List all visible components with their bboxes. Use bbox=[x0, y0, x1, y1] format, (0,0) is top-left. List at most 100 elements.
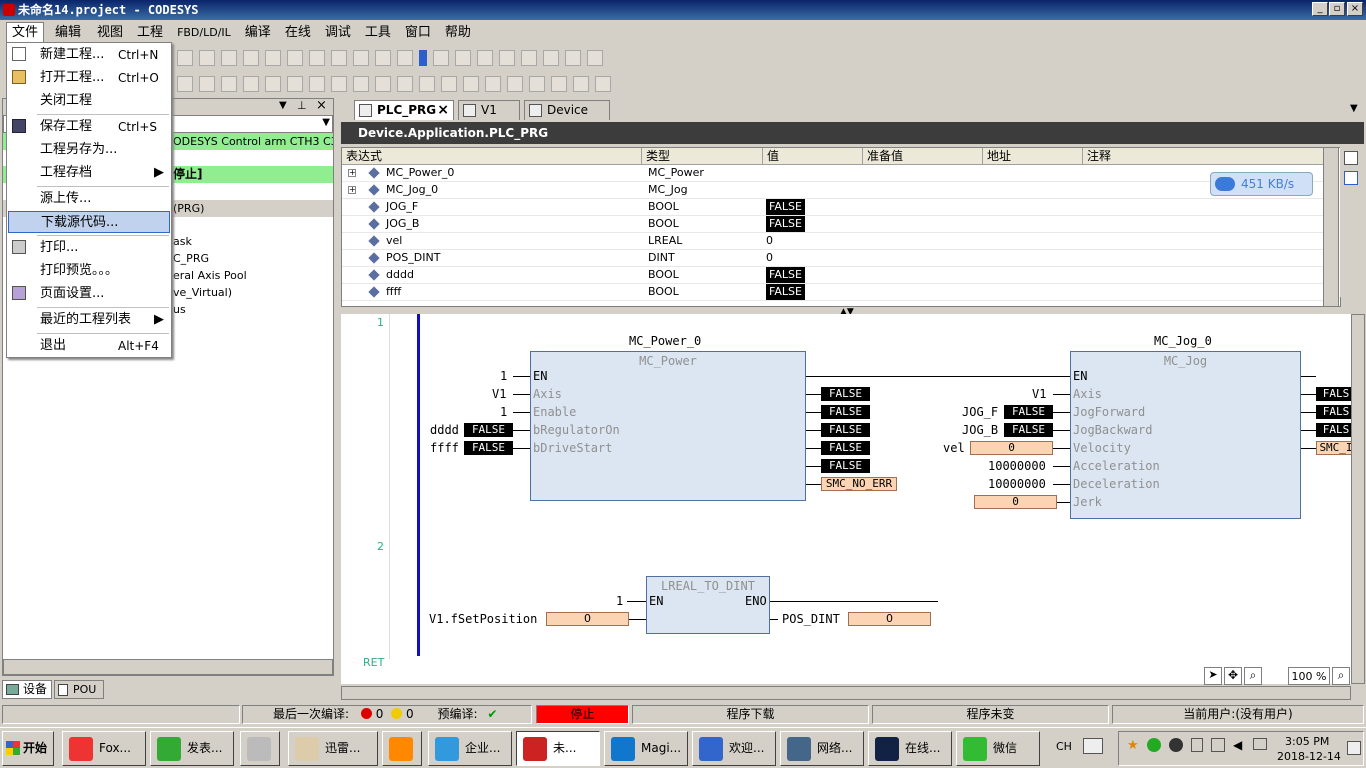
col-value[interactable]: 值 bbox=[763, 148, 863, 165]
jog-output-value[interactable]: FALS bbox=[1316, 405, 1351, 419]
negate-icon[interactable] bbox=[485, 76, 501, 92]
find-icon[interactable] bbox=[243, 50, 259, 66]
assign-icon[interactable] bbox=[353, 76, 369, 92]
tab-list-icon[interactable]: ▼ bbox=[1350, 103, 1358, 114]
menu-item-print-preview[interactable]: 打印预览。。。 bbox=[8, 260, 170, 282]
label-icon[interactable] bbox=[595, 76, 611, 92]
new-object-icon[interactable] bbox=[331, 50, 347, 66]
jog-forward-var[interactable]: JOG_F bbox=[962, 405, 998, 419]
contact-icon[interactable] bbox=[177, 76, 193, 92]
return-icon[interactable] bbox=[397, 76, 413, 92]
jog-forward-value[interactable]: FALSE bbox=[1004, 405, 1053, 419]
parallel-contact-icon[interactable] bbox=[221, 76, 237, 92]
calc-icon[interactable] bbox=[353, 50, 369, 66]
login-icon[interactable] bbox=[375, 50, 391, 66]
jog-backward-value[interactable]: FALSE bbox=[1004, 423, 1053, 437]
clock-time[interactable]: 3:05 PM bbox=[1285, 735, 1329, 748]
power-drivestart-value[interactable]: FALSE bbox=[464, 441, 513, 455]
jog-backward-var[interactable]: JOG_B bbox=[962, 423, 998, 437]
jog-output-value[interactable]: FALS bbox=[1316, 423, 1351, 437]
taskbar-calculator[interactable] bbox=[240, 731, 280, 766]
jog-jerk-value[interactable]: 0 bbox=[974, 495, 1057, 509]
build-icon[interactable] bbox=[309, 50, 325, 66]
zoom-level[interactable]: 100 % bbox=[1288, 667, 1330, 685]
menu-debug[interactable]: 调试 bbox=[320, 23, 356, 43]
table-row[interactable]: vel LREAL 0 bbox=[342, 233, 1325, 250]
conv-input-value[interactable]: 0 bbox=[546, 612, 629, 626]
watch-scrollbar[interactable] bbox=[1323, 147, 1339, 307]
panel-menu-icon[interactable]: ▼ bbox=[279, 100, 287, 111]
menu-item-save-as[interactable]: 工程另存为... bbox=[8, 139, 170, 161]
pointer-icon[interactable]: ➤ bbox=[1204, 667, 1222, 685]
tray-network-icon[interactable] bbox=[1211, 738, 1225, 752]
power-output-value[interactable]: FALSE bbox=[821, 405, 870, 419]
taskbar-browser[interactable]: 发表... bbox=[150, 731, 234, 766]
reset-coil-icon[interactable] bbox=[287, 76, 303, 92]
paste-icon[interactable] bbox=[199, 50, 215, 66]
cell-value[interactable]: FALSE bbox=[766, 267, 805, 283]
delete-icon[interactable] bbox=[221, 50, 237, 66]
jump-icon[interactable] bbox=[375, 76, 391, 92]
col-prepared[interactable]: 准备值 bbox=[863, 148, 983, 165]
col-comment[interactable]: 注释 bbox=[1083, 148, 1325, 165]
power-output-value[interactable]: FALSE bbox=[821, 387, 870, 401]
table-row[interactable]: + MC_Jog_0 MC_Jog bbox=[342, 182, 1325, 199]
power-errorid-value[interactable]: SMC_NO_ERR bbox=[821, 477, 897, 491]
taskbar-magic[interactable]: Magi... bbox=[604, 731, 688, 766]
power-instance-name[interactable]: MC_Power_0 bbox=[629, 334, 701, 348]
menu-item-close[interactable]: 关闭工程 bbox=[8, 90, 170, 112]
cell-value[interactable]: 0 bbox=[766, 233, 773, 249]
taskbar-thunder[interactable]: 迅雷... bbox=[288, 731, 378, 766]
language-indicator[interactable]: CH bbox=[1056, 740, 1072, 753]
box-icon[interactable] bbox=[309, 76, 325, 92]
table-row[interactable]: + MC_Power_0 MC_Power bbox=[342, 165, 1325, 182]
minimize-button[interactable]: _ bbox=[1312, 2, 1328, 16]
show-desktop-icon[interactable] bbox=[1347, 741, 1361, 755]
start-button[interactable]: 开始 bbox=[2, 731, 54, 766]
jog-velocity-var[interactable]: vel bbox=[943, 441, 965, 455]
expand-icon[interactable]: + bbox=[348, 186, 356, 194]
taskbar-firefox[interactable]: Fox... bbox=[62, 731, 146, 766]
horizontal-scrollbar[interactable] bbox=[3, 659, 333, 675]
jog-velocity-value[interactable]: 0 bbox=[970, 441, 1053, 455]
box-en-icon[interactable] bbox=[331, 76, 347, 92]
conv-input-name[interactable]: V1.fSetPosition bbox=[429, 612, 537, 626]
jog-output-value[interactable]: FALS bbox=[1316, 387, 1351, 401]
cell-value[interactable]: FALSE bbox=[766, 216, 805, 232]
set-coil-icon[interactable] bbox=[265, 76, 281, 92]
fbd-vertical-scrollbar[interactable] bbox=[1351, 314, 1365, 684]
properties-icon[interactable] bbox=[1344, 151, 1358, 165]
taskbar-codesys[interactable]: 未... bbox=[516, 731, 600, 766]
fbd-horizontal-scrollbar[interactable] bbox=[341, 686, 1351, 700]
cell-value[interactable]: FALSE bbox=[766, 199, 805, 215]
tray-device-icon[interactable] bbox=[1191, 738, 1203, 752]
tab-pou[interactable]: POU bbox=[54, 680, 104, 699]
conv-output-name[interactable]: POS_DINT bbox=[782, 612, 840, 626]
output-icon[interactable] bbox=[463, 76, 479, 92]
power-axis-value[interactable]: V1 bbox=[492, 387, 506, 401]
force-icon[interactable] bbox=[543, 50, 559, 66]
tray-monitor-icon[interactable] bbox=[1253, 738, 1267, 750]
breakpoint-icon[interactable] bbox=[521, 50, 537, 66]
menu-item-download-source[interactable]: 下载源代码... bbox=[8, 211, 170, 233]
table-row[interactable]: ffff BOOL FALSE bbox=[342, 284, 1325, 301]
window-icon[interactable] bbox=[287, 50, 303, 66]
menu-view[interactable]: 视图 bbox=[92, 23, 128, 43]
table-row[interactable]: dddd BOOL FALSE bbox=[342, 267, 1325, 284]
taskbar-baidu-cloud[interactable]: 欢迎... bbox=[692, 731, 776, 766]
col-expression[interactable]: 表达式 bbox=[342, 148, 642, 165]
menu-item-save[interactable]: 保存工程 Ctrl+S bbox=[8, 116, 170, 138]
fbd-editor[interactable]: 1 2 RET MC_Power_0 MC_Power EN Axis Enable… bbox=[341, 314, 1351, 684]
col-type[interactable]: 类型 bbox=[642, 148, 763, 165]
menu-item-print[interactable]: 打印... bbox=[8, 237, 170, 259]
taskbar-network[interactable]: 网络... bbox=[780, 731, 864, 766]
tree-item-bus[interactable]: us bbox=[173, 303, 186, 316]
pan-icon[interactable]: ✥ bbox=[1224, 667, 1242, 685]
power-drivestart-var[interactable]: ffff bbox=[430, 441, 459, 455]
tree-item-axis-pool[interactable]: eral Axis Pool bbox=[173, 269, 247, 282]
menu-window[interactable]: 窗口 bbox=[400, 23, 436, 43]
options-icon[interactable] bbox=[587, 50, 603, 66]
menu-item-archive[interactable]: 工程存档 ▶ bbox=[8, 162, 170, 184]
menu-build[interactable]: 编译 bbox=[240, 23, 276, 43]
table-row[interactable]: JOG_B BOOL FALSE bbox=[342, 216, 1325, 233]
